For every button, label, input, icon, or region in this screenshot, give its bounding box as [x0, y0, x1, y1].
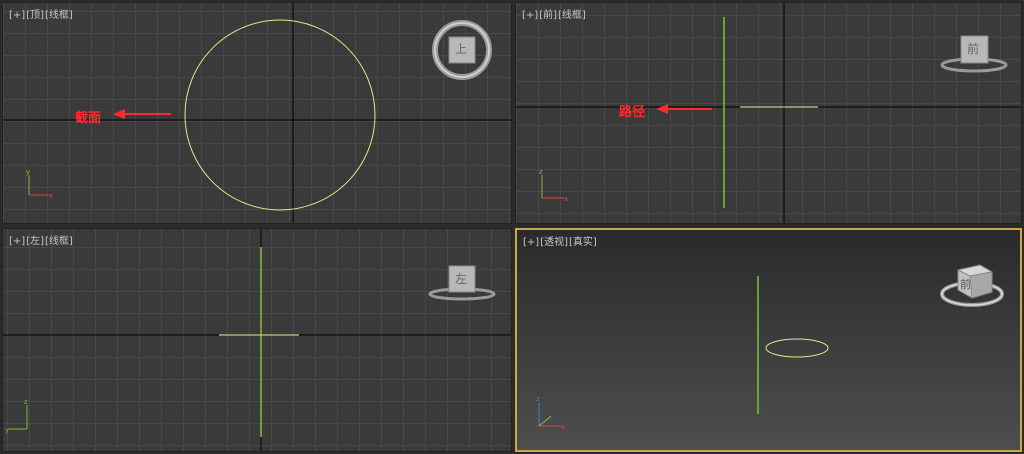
svg-text:y: y — [26, 168, 30, 176]
shading-mode[interactable]: [真实] — [569, 237, 597, 248]
svg-text:x: x — [564, 195, 568, 203]
svg-text:x: x — [49, 192, 53, 200]
axis-gizmo: z x — [536, 395, 565, 431]
plus-menu[interactable]: [+] — [9, 10, 25, 21]
view-name[interactable]: [顶] — [26, 10, 44, 21]
view-name[interactable]: [左] — [26, 236, 44, 247]
path-label: 路径 — [619, 105, 646, 120]
viewport-label[interactable]: [+][透视][真实] — [523, 233, 598, 248]
shading-mode[interactable]: [线框] — [45, 236, 73, 247]
viewport-front-grid: z x — [516, 3, 1021, 223]
viewport-label[interactable]: [+][前][线框] — [522, 6, 587, 21]
viewport-label[interactable]: [+][左][线框] — [9, 232, 74, 247]
view-name[interactable]: [透视] — [540, 237, 568, 248]
svg-text:z: z — [24, 398, 28, 406]
view-cube-face-label: 前 — [960, 278, 971, 291]
viewport-perspective[interactable]: z x [+][透视][真实] 前 — [515, 228, 1022, 452]
svg-text:z: z — [536, 395, 540, 403]
shading-mode[interactable]: [线框] — [45, 10, 73, 21]
viewport-top[interactable]: y x [+][顶][线框] 上 截面 — [2, 2, 512, 224]
shading-mode[interactable]: [线框] — [558, 10, 586, 21]
view-cube-face-label: 上 — [455, 42, 468, 56]
section-label: 截面 — [75, 111, 102, 126]
svg-text:y: y — [5, 426, 9, 434]
viewport-left[interactable]: z y [+][左][线框] 左 — [2, 228, 512, 452]
svg-text:x: x — [561, 423, 565, 431]
plus-menu[interactable]: [+] — [9, 236, 25, 247]
plus-menu[interactable]: [+] — [523, 237, 539, 248]
viewport-label[interactable]: [+][顶][线框] — [9, 6, 74, 21]
view-name[interactable]: [前] — [539, 10, 557, 21]
view-cube[interactable] — [940, 264, 1004, 307]
plus-menu[interactable]: [+] — [522, 10, 538, 21]
viewport-front[interactable]: z x [+][前][线框] 前 路径 — [515, 2, 1022, 224]
view-cube-face-label: 前 — [967, 42, 980, 56]
section-circle[interactable] — [765, 338, 829, 358]
viewport-left-grid: z y — [3, 229, 511, 451]
viewport-perspective-scene: z x — [536, 264, 1004, 431]
svg-text:z: z — [539, 168, 543, 176]
view-cube-face-label: 左 — [455, 272, 468, 286]
